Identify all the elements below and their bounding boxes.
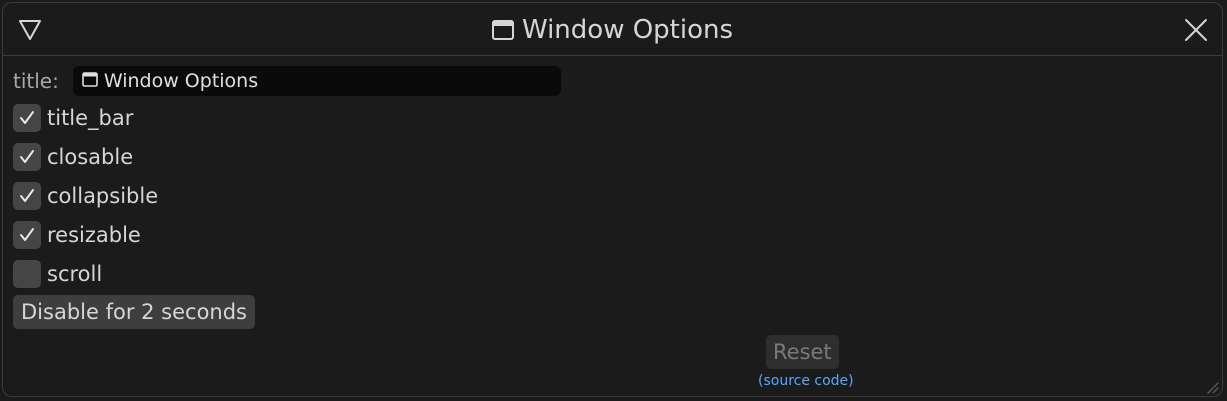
checkbox-label: closable: [47, 145, 134, 169]
checkbox-label: resizable: [47, 223, 141, 247]
checkbox-label: title_bar: [47, 106, 134, 130]
close-button[interactable]: [1184, 18, 1208, 42]
checkbox-label: collapsible: [47, 184, 159, 208]
reset-button[interactable]: Reset: [766, 335, 839, 369]
checkmark-icon: [20, 111, 34, 124]
checkbox-resizable[interactable]: resizable: [13, 220, 141, 250]
checkbox-box[interactable]: [13, 104, 41, 132]
disable-button[interactable]: Disable for 2 seconds: [13, 295, 255, 329]
source-code-link[interactable]: (source code): [758, 373, 854, 389]
checkbox-closable[interactable]: closable: [13, 142, 133, 172]
checkbox-box[interactable]: [13, 143, 41, 171]
checkbox-box[interactable]: [13, 221, 41, 249]
options-content: title: Window Options title_bar closable…: [13, 65, 1212, 396]
checkbox-collapsible[interactable]: collapsible: [13, 181, 158, 211]
window-icon: [491, 15, 514, 49]
checkbox-box[interactable]: [13, 260, 41, 288]
checkbox-label: scroll: [47, 262, 103, 286]
close-icon: [1185, 19, 1207, 41]
checkmark-icon: [20, 189, 34, 202]
checkbox-box[interactable]: [13, 182, 41, 210]
checkbox-scroll[interactable]: scroll: [13, 259, 102, 289]
checkbox-title-bar[interactable]: title_bar: [13, 103, 133, 133]
checkmark-icon: [20, 228, 34, 241]
title-row: title: Window Options: [13, 65, 561, 97]
window-options-panel: Window Options title: Window Options tit…: [2, 2, 1223, 397]
window-title-text: Window Options: [521, 15, 734, 45]
window-titlebar[interactable]: Window Options: [3, 3, 1222, 56]
title-label: title:: [13, 69, 59, 93]
title-input[interactable]: Window Options: [72, 66, 561, 96]
window-title: Window Options: [3, 13, 1222, 49]
resize-grip-icon[interactable]: [1205, 379, 1219, 394]
title-input-value: Window Options: [103, 70, 259, 92]
checkmark-icon: [20, 150, 34, 163]
window-icon: [82, 70, 98, 92]
